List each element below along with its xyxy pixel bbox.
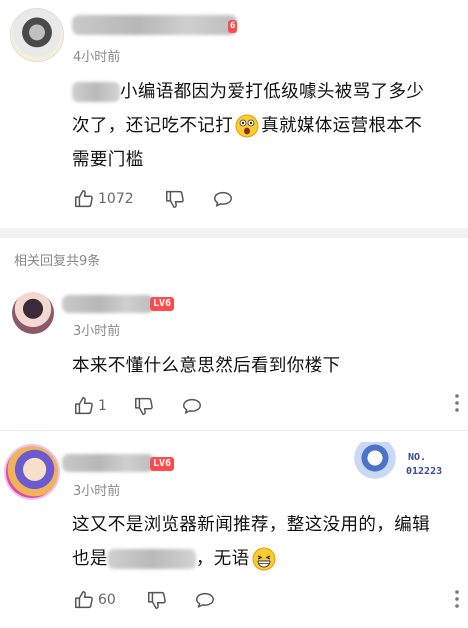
thumbs-up-icon [73, 589, 95, 611]
redacted-text [72, 82, 120, 102]
thumbs-down-icon [146, 589, 168, 611]
level-badge: 6 [228, 20, 238, 33]
reply-text: 本来不懂什么意思然后看到你楼下 [72, 356, 341, 376]
reply-actions: 60 [73, 589, 216, 611]
thumbs-down-icon [133, 395, 155, 417]
reply-text: 这又不是浏览器新闻推荐，整这没用的，编辑 也是 ，无语 [72, 515, 430, 571]
thumbs-down-icon [164, 188, 186, 210]
more-options-icon[interactable] [454, 392, 460, 414]
reply-time: 3小时前 [73, 324, 121, 339]
reply-button[interactable] [194, 589, 216, 611]
reply-time: 3小时前 [73, 484, 121, 499]
comment-bubble-icon [212, 188, 234, 210]
like-button[interactable]: 60 [73, 589, 116, 611]
anime-badge-image [352, 442, 398, 482]
avatar[interactable] [12, 292, 54, 334]
dislike-button[interactable] [164, 188, 186, 210]
badge-number-label: NO. [408, 452, 427, 463]
like-count: 1072 [98, 191, 134, 207]
badge-number: 012223 [406, 466, 443, 477]
comment-bubble-icon [181, 395, 203, 417]
thumbs-up-icon [73, 188, 95, 210]
reply-actions: 1 [73, 395, 203, 417]
like-count: 60 [98, 592, 116, 608]
thumbs-up-icon [73, 395, 95, 417]
like-button[interactable]: 1072 [73, 188, 134, 210]
comment-actions: 1072 [73, 188, 234, 210]
grimacing-emoji-icon [235, 114, 259, 138]
dislike-button[interactable] [133, 395, 155, 417]
username-redacted[interactable] [72, 15, 237, 35]
laughing-emoji-icon [252, 547, 276, 571]
collector-badge[interactable]: NO. 012223 [350, 440, 462, 486]
comment-text: 小编语都因为爱打低级噱头被骂了多少 次了，还记吃不记打 真就媒体运营根本不 需要… [72, 82, 425, 170]
avatar[interactable] [10, 8, 64, 62]
comment-bubble-icon [194, 589, 216, 611]
dislike-button[interactable] [146, 589, 168, 611]
section-separator [0, 228, 468, 238]
redacted-text [107, 549, 196, 569]
like-count: 1 [98, 398, 107, 414]
more-options-icon[interactable] [454, 588, 460, 610]
like-button[interactable]: 1 [73, 395, 107, 417]
level-badge: LV6 [150, 297, 175, 311]
username-redacted[interactable] [62, 295, 154, 313]
comment-time: 4小时前 [73, 50, 121, 65]
divider [0, 430, 468, 431]
level-badge: LV6 [150, 457, 175, 471]
username-redacted[interactable] [62, 454, 154, 472]
replies-header: 相关回复共9条 [14, 254, 101, 269]
reply-button[interactable] [212, 188, 234, 210]
avatar[interactable] [4, 444, 60, 500]
reply-button[interactable] [181, 395, 203, 417]
